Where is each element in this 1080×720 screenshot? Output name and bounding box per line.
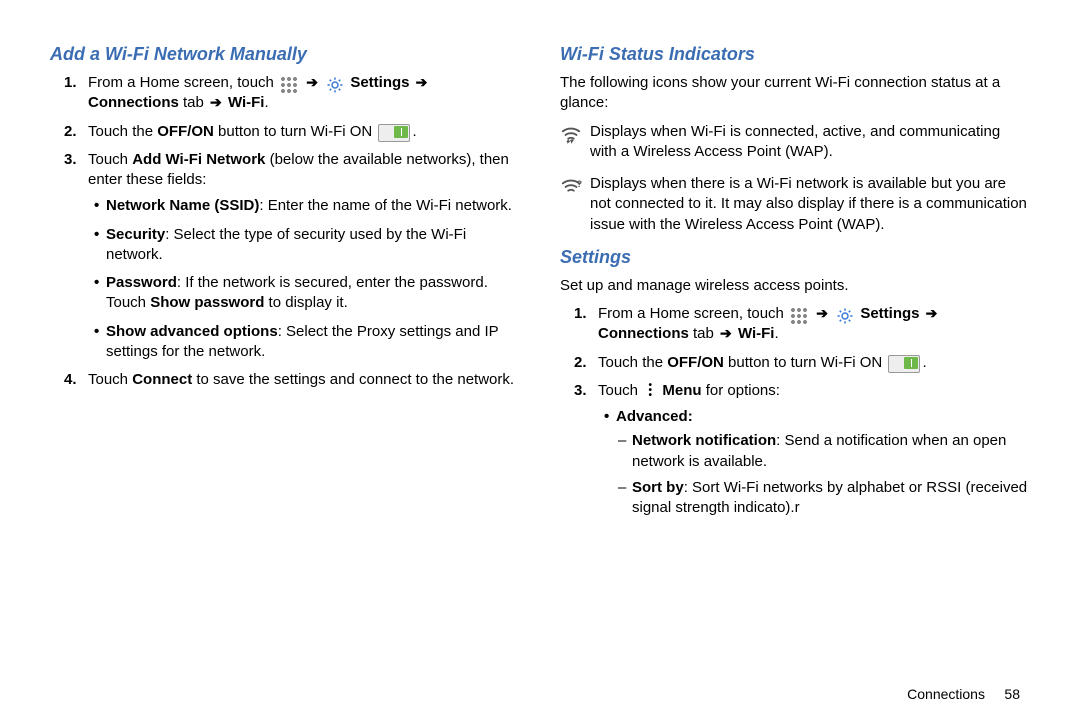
connections-label: Connections bbox=[88, 94, 179, 111]
left-step-4: 4. Touch Connect to save the settings an… bbox=[88, 370, 520, 390]
left-step-1: 1. From a Home screen, touch ➔ Settings … bbox=[88, 73, 520, 114]
toggle-on-icon bbox=[378, 124, 410, 142]
label: Sort by bbox=[632, 479, 684, 496]
heading-add-wifi: Add a Wi-Fi Network Manually bbox=[50, 44, 520, 65]
offon-label: OFF/ON bbox=[667, 354, 724, 371]
text: Touch bbox=[88, 371, 132, 388]
wifi-label: Wi-Fi bbox=[738, 325, 775, 342]
bullet-password: Password: If the network is secured, ent… bbox=[106, 273, 520, 314]
settings-label: Settings bbox=[350, 74, 413, 91]
text: Touch bbox=[88, 151, 132, 168]
wifi-status-connected: Displays when Wi-Fi is connected, active… bbox=[560, 122, 1030, 163]
text: : Sort Wi-Fi networks by alphabet or RSS… bbox=[632, 479, 1027, 516]
wifi-active-icon bbox=[560, 124, 582, 146]
offon-label: OFF/ON bbox=[157, 123, 214, 140]
text: to display it. bbox=[264, 294, 347, 311]
text: to save the settings and connect to the … bbox=[192, 371, 514, 388]
wifi-status-available-text: Displays when there is a Wi-Fi network i… bbox=[590, 174, 1030, 235]
apps-grid-icon bbox=[280, 76, 298, 94]
footer-page-number: 58 bbox=[1004, 686, 1020, 702]
text: button to turn Wi-Fi ON bbox=[724, 354, 887, 371]
bullet-ssid: Network Name (SSID): Enter the name of t… bbox=[106, 196, 520, 216]
text: tab bbox=[689, 325, 718, 342]
wifi-label: Wi-Fi bbox=[228, 94, 265, 111]
add-wifi-label: Add Wi-Fi Network bbox=[132, 151, 265, 168]
label: Password bbox=[106, 274, 177, 291]
text: From a Home screen, touch bbox=[88, 74, 278, 91]
label: Security bbox=[106, 226, 165, 243]
text: From a Home screen, touch bbox=[598, 305, 788, 322]
bullet-security: Security: Select the type of security us… bbox=[106, 225, 520, 266]
connect-label: Connect bbox=[132, 371, 192, 388]
text: Touch the bbox=[598, 354, 667, 371]
menu-label: Menu bbox=[662, 382, 701, 399]
dash-network-notification: Network notification: Send a notificatio… bbox=[632, 431, 1030, 472]
arrow-icon: ➔ bbox=[926, 304, 938, 323]
connections-label: Connections bbox=[598, 325, 689, 342]
left-step-3: 3. Touch Add Wi-Fi Network (below the av… bbox=[88, 150, 520, 362]
period: . bbox=[264, 94, 268, 111]
arrow-icon: ➔ bbox=[416, 73, 428, 92]
settings-gear-icon bbox=[836, 307, 854, 325]
period: . bbox=[412, 123, 416, 140]
label: Show advanced options bbox=[106, 323, 278, 340]
arrow-icon: ➔ bbox=[306, 73, 318, 92]
bullet-advanced: Show advanced options: Select the Proxy … bbox=[106, 322, 520, 363]
text: button to turn Wi-Fi ON bbox=[214, 123, 377, 140]
right-step-2: 2. Touch the OFF/ON button to turn Wi-Fi… bbox=[598, 353, 1030, 373]
wifi-available-icon: ? bbox=[560, 176, 582, 198]
advanced-label: Advanced: bbox=[616, 408, 693, 425]
label: Network notification bbox=[632, 432, 776, 449]
left-step-2: 2. Touch the OFF/ON button to turn Wi-Fi… bbox=[88, 122, 520, 142]
text: for options: bbox=[702, 382, 780, 399]
status-intro: The following icons show your current Wi… bbox=[560, 73, 1030, 114]
toggle-on-icon bbox=[888, 355, 920, 373]
settings-label: Settings bbox=[860, 305, 923, 322]
footer-section: Connections bbox=[907, 686, 985, 702]
right-step-1: 1. From a Home screen, touch ➔ Settings … bbox=[598, 304, 1030, 345]
arrow-icon: ➔ bbox=[816, 304, 828, 323]
menu-dots-icon: ••• bbox=[644, 383, 656, 398]
text: Touch the bbox=[88, 123, 157, 140]
label: Network Name (SSID) bbox=[106, 197, 259, 214]
apps-grid-icon bbox=[790, 307, 808, 325]
bullet-advanced-options: Advanced: Network notification: Send a n… bbox=[616, 407, 1030, 518]
period: . bbox=[774, 325, 778, 342]
heading-settings: Settings bbox=[560, 247, 1030, 268]
text: Touch bbox=[598, 382, 642, 399]
heading-wifi-status: Wi-Fi Status Indicators bbox=[560, 44, 1030, 65]
wifi-status-available: ? Displays when there is a Wi-Fi network… bbox=[560, 174, 1030, 235]
arrow-icon: ➔ bbox=[720, 324, 732, 343]
text: tab bbox=[179, 94, 208, 111]
show-password-label: Show password bbox=[150, 294, 264, 311]
dash-sort-by: Sort by: Sort Wi-Fi networks by alphabet… bbox=[632, 478, 1030, 519]
text: : Enter the name of the Wi-Fi network. bbox=[259, 197, 512, 214]
period: . bbox=[922, 354, 926, 371]
settings-intro: Set up and manage wireless access points… bbox=[560, 276, 1030, 296]
wifi-status-connected-text: Displays when Wi-Fi is connected, active… bbox=[590, 122, 1030, 163]
page-footer: Connections 58 bbox=[907, 686, 1020, 702]
right-step-3: 3. Touch ••• Menu for options: Advanced:… bbox=[598, 381, 1030, 519]
arrow-icon: ➔ bbox=[210, 93, 222, 112]
settings-gear-icon bbox=[326, 76, 344, 94]
svg-text:?: ? bbox=[577, 179, 583, 189]
